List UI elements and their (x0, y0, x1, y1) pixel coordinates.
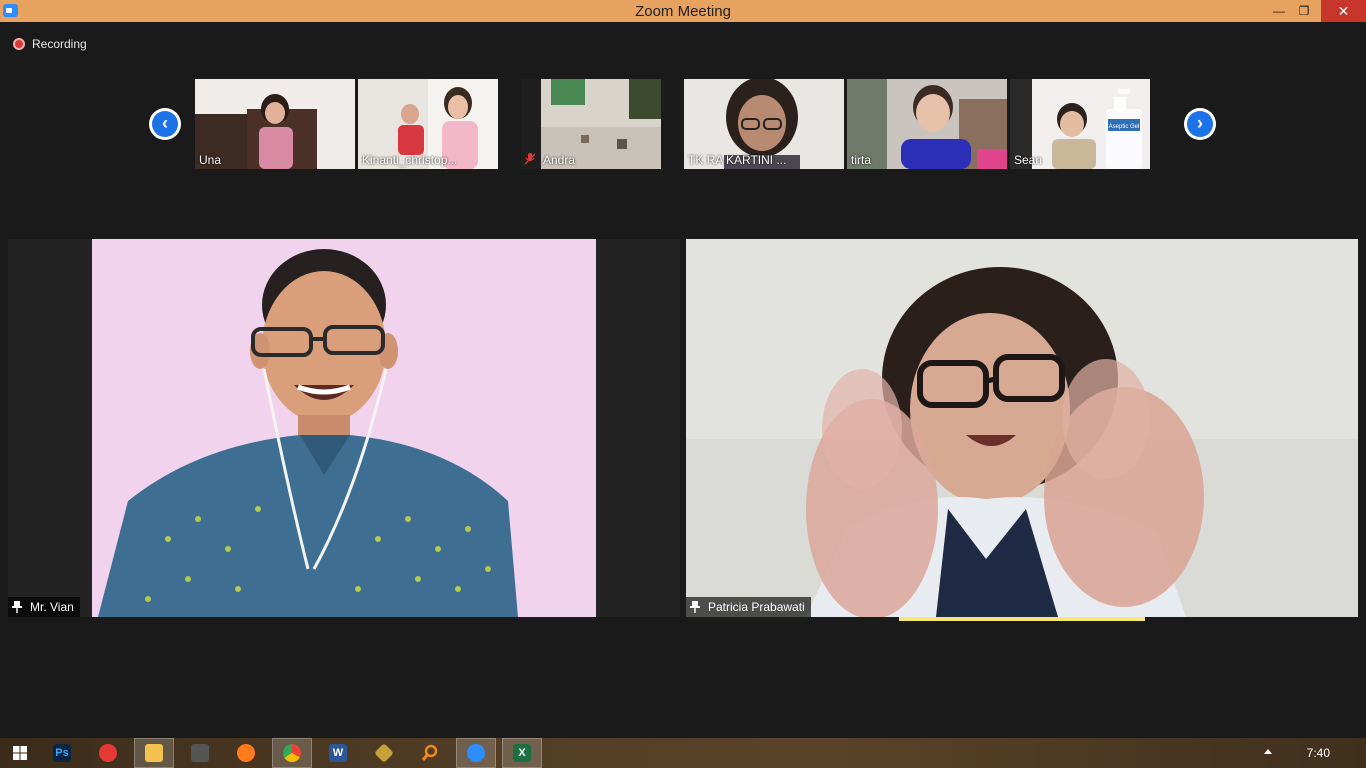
strip-next-button[interactable]: › (1184, 108, 1216, 140)
taskbar-word[interactable]: W (318, 738, 358, 768)
participant-name-badge: Mr. Vian (8, 597, 80, 617)
recording-indicator[interactable]: Recording (13, 36, 87, 52)
participant-tile-una[interactable]: Una (195, 79, 355, 169)
recorder-icon (99, 744, 117, 762)
participant-name: TK RA KARTINI ... (688, 153, 787, 167)
participant-tile-tirta[interactable]: tirta (847, 79, 1007, 169)
participant-tile-andra[interactable]: Andra (521, 79, 661, 169)
magnifier-icon (421, 744, 438, 761)
taskbar-media-player[interactable] (180, 738, 220, 768)
title-bar: Zoom Meeting — ❐ ✕ (0, 0, 1366, 22)
taskbar-screen-recorder[interactable] (88, 738, 128, 768)
taskbar-search[interactable] (410, 738, 450, 768)
taskbar-clock[interactable]: 7:40 (1307, 746, 1330, 760)
mic-muted-icon (525, 153, 535, 165)
participant-name: Andra (543, 153, 576, 167)
tool-icon (374, 743, 394, 763)
taskbar-photoshop[interactable]: Ps (42, 738, 82, 768)
excel-icon: X (513, 744, 531, 762)
main-video-patricia-prabawati[interactable]: Patricia Prabawati (686, 239, 1358, 617)
participant-tile-kinanti[interactable]: Kinanti_christop... (358, 79, 498, 169)
pin-icon (690, 601, 700, 613)
participant-tile-sean[interactable]: Aseptic Gel Sean (1010, 79, 1150, 169)
restore-button[interactable]: ❐ (1282, 0, 1326, 22)
firefox-icon (237, 744, 255, 762)
window-title: Zoom Meeting (635, 3, 731, 20)
chevron-left-icon: ‹ (152, 111, 178, 137)
participant-video (686, 239, 1358, 617)
windows-logo-icon (13, 746, 27, 760)
participant-name: tirta (851, 153, 872, 167)
participant-name-badge: Patricia Prabawati (686, 597, 811, 617)
record-icon (13, 38, 25, 50)
participant-name: Sean (1014, 153, 1043, 167)
participant-tile-tk-ra-kartini[interactable]: TK RA KARTINI ... (684, 79, 844, 169)
participant-name: Mr. Vian (30, 600, 74, 614)
pin-icon (12, 601, 22, 613)
taskbar-firefox[interactable] (226, 738, 266, 768)
windows-taskbar: Ps W X 7:40 (0, 738, 1366, 768)
taskbar-tool[interactable] (364, 738, 404, 768)
strip-prev-button[interactable]: ‹ (149, 108, 181, 140)
active-speaker-indicator (899, 617, 1145, 621)
taskbar-file-explorer[interactable] (134, 738, 174, 768)
participant-name: Una (199, 153, 222, 167)
taskbar-chrome[interactable] (272, 738, 312, 768)
bottle-label: Aseptic Gel (1109, 124, 1140, 130)
start-button[interactable] (0, 738, 40, 768)
participant-name: Patricia Prabawati (708, 600, 805, 614)
zoom-icon (467, 744, 485, 762)
film-clapper-icon (191, 744, 209, 762)
tray-expand-icon[interactable] (1264, 749, 1272, 754)
chrome-icon (283, 744, 301, 762)
photoshop-icon: Ps (53, 744, 71, 762)
word-icon: W (329, 744, 347, 762)
taskbar-excel[interactable]: X (502, 738, 542, 768)
main-video-mr-vian[interactable]: Mr. Vian (8, 239, 680, 617)
participant-name: Kinanti_christop... (362, 153, 458, 167)
chevron-right-icon: › (1187, 111, 1213, 137)
close-button[interactable]: ✕ (1321, 0, 1366, 22)
taskbar-zoom[interactable] (456, 738, 496, 768)
folder-icon (145, 744, 163, 762)
recording-label: Recording (32, 37, 87, 51)
participant-video (521, 79, 661, 169)
participant-video (8, 239, 680, 617)
